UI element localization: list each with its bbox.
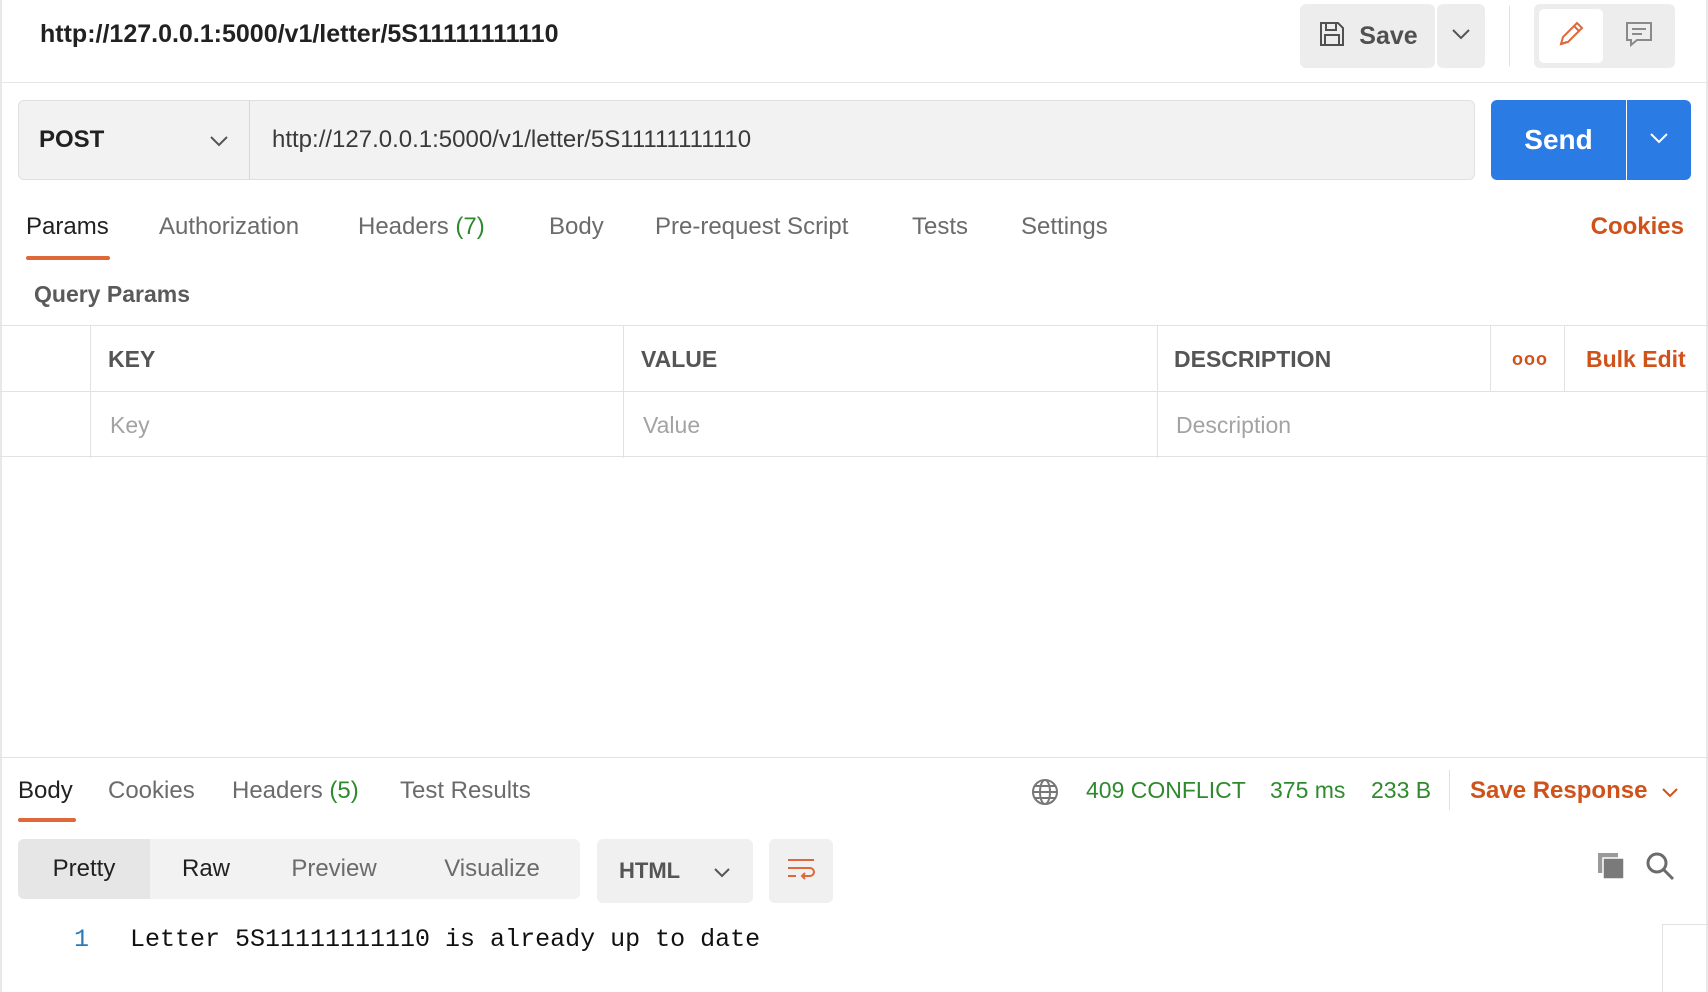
response-size[interactable]: 233 B [1371, 777, 1431, 804]
response-tab-headers-label: Headers [232, 777, 323, 804]
copy-icon[interactable] [1593, 848, 1629, 884]
view-mode-raw[interactable]: Raw [150, 839, 262, 899]
response-divider[interactable] [0, 757, 1708, 758]
table-row [0, 391, 1708, 458]
response-tab-body[interactable]: Body [18, 777, 73, 805]
edit-mode-button[interactable] [1539, 9, 1603, 63]
view-mode-pretty[interactable]: Pretty [18, 839, 150, 899]
floppy-disk-icon [1317, 19, 1347, 54]
tab-settings[interactable]: Settings [1021, 213, 1108, 241]
comments-mode-button[interactable] [1608, 9, 1670, 63]
response-tab-headers[interactable]: Headers (5) [232, 777, 359, 805]
column-divider [623, 392, 624, 458]
response-body-line: Letter 5S11111111110 is already up to da… [130, 925, 761, 954]
response-tab-cookies[interactable]: Cookies [108, 777, 195, 805]
view-mode-toggle [1534, 4, 1675, 68]
http-method-value: POST [39, 126, 105, 153]
tab-params[interactable]: Params [26, 213, 109, 241]
save-button[interactable]: Save [1300, 4, 1435, 68]
key-cell [110, 392, 610, 458]
chevron-down-icon [1661, 777, 1679, 805]
bulk-edit-link[interactable]: Bulk Edit [1586, 326, 1686, 392]
column-divider [623, 326, 624, 392]
query-params-table: KEY VALUE DESCRIPTION ooo Bulk Edit [0, 325, 1708, 458]
tab-authorization[interactable]: Authorization [159, 213, 299, 241]
http-method-select[interactable]: POST [18, 100, 250, 180]
column-header-value: VALUE [641, 345, 718, 372]
request-title-bar: http://127.0.0.1:5000/v1/letter/5S111111… [0, 0, 1708, 83]
postman-request-window: http://127.0.0.1:5000/v1/letter/5S111111… [0, 0, 1708, 992]
tab-tests[interactable]: Tests [912, 213, 968, 241]
key-input[interactable] [110, 411, 610, 439]
chevron-down-icon [209, 126, 229, 154]
request-url-input[interactable] [249, 100, 1475, 180]
search-icon[interactable] [1642, 848, 1678, 884]
send-button[interactable]: Send [1491, 100, 1626, 180]
table-header-row: KEY VALUE DESCRIPTION ooo Bulk Edit [0, 325, 1708, 392]
send-options-dropdown[interactable] [1627, 100, 1691, 180]
toolbar-divider [1509, 6, 1510, 66]
value-input[interactable] [643, 411, 1143, 439]
comment-icon [1623, 18, 1655, 55]
view-mode-visualize[interactable]: Visualize [406, 839, 578, 899]
response-tab-headers-count: (5) [329, 777, 359, 804]
response-status-code[interactable]: 409 CONFLICT [1086, 777, 1246, 804]
wrap-lines-button[interactable] [769, 839, 833, 903]
tab-headers-label: Headers [358, 213, 449, 240]
status-divider [1449, 770, 1450, 810]
column-header-key: KEY [108, 345, 156, 372]
chevron-down-icon [1649, 131, 1669, 149]
query-params-title: Query Params [34, 281, 190, 307]
pencil-icon [1555, 18, 1587, 55]
column-divider [1490, 326, 1491, 392]
description-input[interactable] [1176, 411, 1676, 439]
column-divider [1157, 326, 1158, 392]
chevron-down-icon [713, 858, 731, 884]
response-language-select[interactable]: HTML [597, 839, 753, 903]
save-response-button[interactable]: Save Response [1470, 777, 1679, 805]
column-divider [1157, 392, 1158, 458]
line-number: 1 [74, 925, 90, 954]
description-cell [1176, 392, 1676, 458]
active-response-tab-indicator [18, 818, 76, 822]
cookies-link[interactable]: Cookies [1591, 213, 1684, 241]
more-options-button[interactable]: ooo [1512, 326, 1548, 392]
value-cell [643, 392, 1143, 458]
column-header-description: DESCRIPTION [1174, 345, 1332, 372]
save-button-label: Save [1359, 21, 1418, 50]
globe-icon[interactable] [1027, 774, 1063, 810]
response-view-mode-group: Pretty Raw Preview Visualize [18, 839, 580, 899]
response-time[interactable]: 375 ms [1270, 777, 1345, 804]
column-divider [90, 392, 91, 458]
response-tab-test-results[interactable]: Test Results [400, 777, 531, 805]
save-options-dropdown[interactable] [1437, 4, 1485, 68]
response-scrollbar[interactable] [1662, 924, 1708, 992]
tab-body[interactable]: Body [549, 213, 604, 241]
tab-headers-count: (7) [455, 213, 485, 240]
window-left-border [0, 0, 2, 992]
column-divider [90, 326, 91, 392]
column-divider [1564, 326, 1565, 392]
tab-headers[interactable]: Headers (7) [358, 213, 485, 241]
chevron-down-icon [1451, 27, 1471, 45]
tab-pre-request-script[interactable]: Pre-request Script [655, 213, 848, 241]
save-response-label: Save Response [1470, 777, 1648, 804]
response-language-value: HTML [619, 858, 681, 883]
active-tab-indicator [26, 256, 110, 260]
request-title[interactable]: http://127.0.0.1:5000/v1/letter/5S111111… [40, 20, 559, 49]
view-mode-preview[interactable]: Preview [262, 839, 406, 899]
wrap-lines-icon [786, 856, 816, 887]
